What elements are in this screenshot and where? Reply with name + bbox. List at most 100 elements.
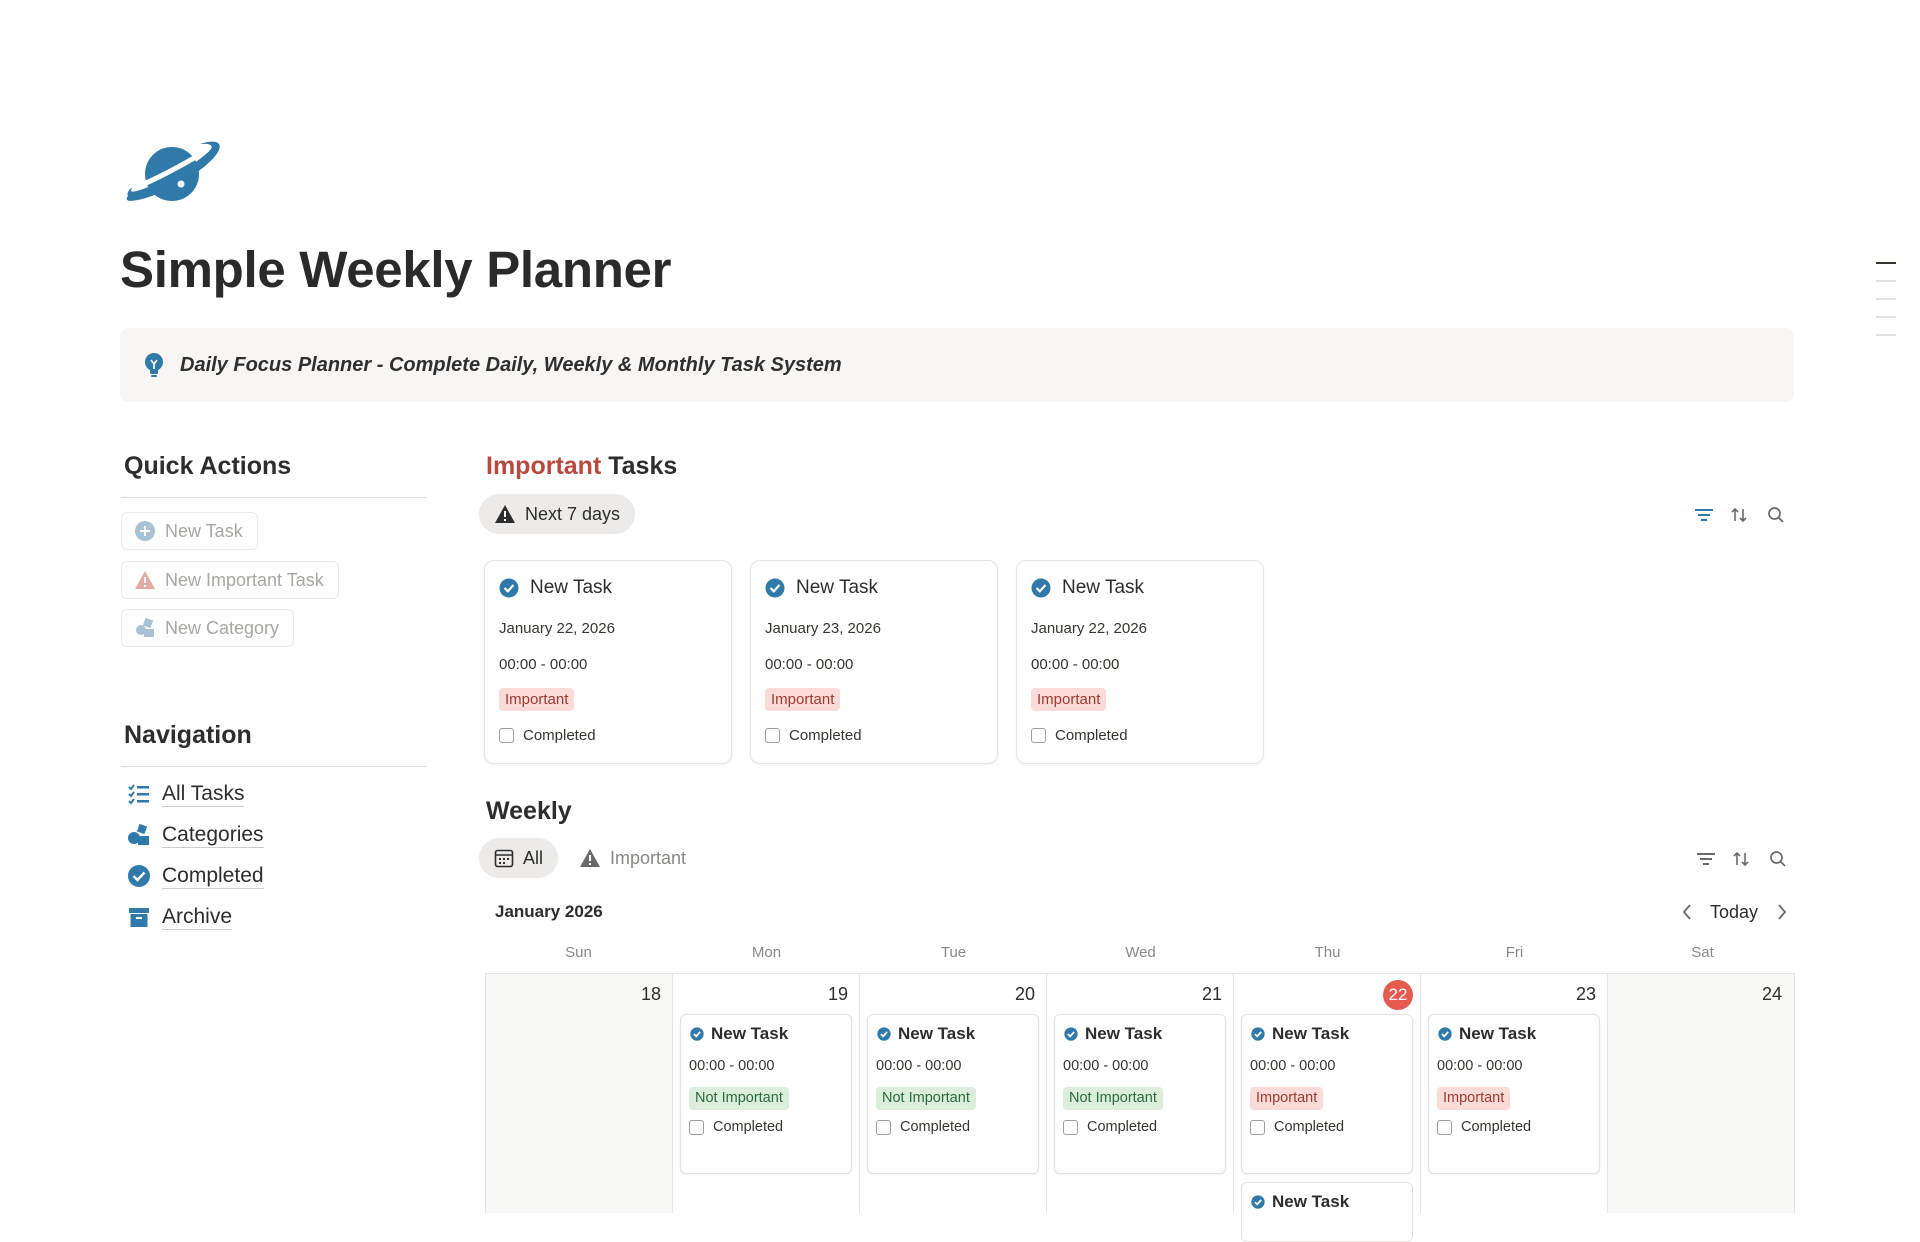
- check-circle-icon: [690, 1027, 704, 1041]
- important-task-card[interactable]: New Task January 23, 2026 00:00 - 00:00 …: [750, 560, 998, 764]
- search-icon[interactable]: [1767, 848, 1789, 870]
- calendar-task-card[interactable]: New Task: [1241, 1182, 1413, 1242]
- nav-label: Completed: [162, 863, 264, 889]
- nav-label: Categories: [162, 822, 264, 848]
- card-title-text: New Task: [530, 577, 613, 598]
- card-title: New Task: [1031, 577, 1144, 599]
- task-title: New Task: [690, 1024, 788, 1044]
- weekday-fri: Fri: [1505, 944, 1524, 961]
- task-title-text: New Task: [1272, 1192, 1350, 1211]
- day-number: 19: [827, 984, 848, 1004]
- nav-categories[interactable]: Categories: [126, 822, 264, 848]
- nav-all-tasks[interactable]: All Tasks: [126, 781, 245, 807]
- toc-marker[interactable]: [1876, 298, 1896, 300]
- completed-checkbox[interactable]: Completed: [689, 1119, 783, 1135]
- checkbox-box[interactable]: [499, 728, 514, 743]
- card-title: New Task: [499, 577, 612, 599]
- today-button[interactable]: Today: [1710, 902, 1758, 923]
- completed-checkbox[interactable]: Completed: [1031, 727, 1128, 744]
- completed-checkbox[interactable]: Completed: [765, 727, 862, 744]
- completed-checkbox[interactable]: Completed: [1250, 1119, 1344, 1135]
- completed-checkbox[interactable]: Completed: [1063, 1119, 1157, 1135]
- today-day-number: 22: [1383, 980, 1413, 1010]
- completed-checkbox[interactable]: Completed: [876, 1119, 970, 1135]
- completed-checkbox[interactable]: Completed: [499, 727, 596, 744]
- card-date: January 22, 2026: [499, 620, 615, 637]
- new-task-button[interactable]: New Task: [121, 512, 258, 550]
- toc-marker[interactable]: [1876, 334, 1896, 336]
- divider: [121, 766, 426, 767]
- toc-marker[interactable]: [1876, 316, 1896, 318]
- calendar-day-cell[interactable]: 23 New Task 00:00 - 00:00 Important Comp…: [1420, 973, 1608, 1213]
- checkbox-box[interactable]: [1437, 1119, 1452, 1135]
- chevron-left-icon[interactable]: [1676, 901, 1698, 923]
- new-category-label: New Category: [165, 617, 280, 638]
- important-task-card[interactable]: New Task January 22, 2026 00:00 - 00:00 …: [1016, 560, 1264, 764]
- tab-label: Important: [610, 847, 687, 868]
- page-title: Simple Weekly Planner: [120, 241, 672, 298]
- important-task-card[interactable]: New Task January 22, 2026 00:00 - 00:00 …: [484, 560, 732, 764]
- weekday-sun: Sun: [565, 944, 592, 961]
- calendar-day-cell[interactable]: 19 New Task 00:00 - 00:00 Not Important …: [672, 973, 860, 1213]
- calendar-task-card[interactable]: New Task 00:00 - 00:00 Important Complet…: [1241, 1014, 1413, 1174]
- checkbox-label: Completed: [900, 1119, 971, 1135]
- warning-icon: [135, 571, 155, 589]
- toc-marker[interactable]: [1876, 280, 1896, 282]
- checkbox-box[interactable]: [1250, 1119, 1265, 1135]
- task-title: New Task: [1064, 1024, 1162, 1044]
- tab-all[interactable]: All: [479, 838, 559, 878]
- nav-completed[interactable]: Completed: [126, 863, 264, 889]
- task-title-text: New Task: [1272, 1024, 1350, 1043]
- check-circle-icon: [1064, 1027, 1078, 1041]
- toc-marker-active[interactable]: [1876, 262, 1896, 264]
- warning-icon: [495, 505, 515, 523]
- new-category-button[interactable]: New Category: [121, 609, 295, 647]
- calendar-task-card[interactable]: New Task 00:00 - 00:00 Not Important Com…: [867, 1014, 1039, 1174]
- completed-checkbox[interactable]: Completed: [1437, 1119, 1531, 1135]
- day-number: 20: [1014, 984, 1035, 1004]
- check-circle-icon: [1251, 1195, 1265, 1209]
- checkbox-label: Completed: [1461, 1119, 1532, 1135]
- day-number: 18: [640, 984, 661, 1004]
- status-tag: Not Important: [1063, 1087, 1163, 1110]
- weekday-tue: Tue: [940, 944, 967, 961]
- checkbox-box[interactable]: [765, 728, 780, 743]
- tab-important[interactable]: Important: [564, 838, 701, 878]
- calendar-day-cell[interactable]: 18: [485, 973, 673, 1213]
- sort-icon[interactable]: [1730, 848, 1752, 870]
- task-title-text: New Task: [1085, 1024, 1163, 1043]
- calendar-task-card[interactable]: New Task 00:00 - 00:00 Not Important Com…: [680, 1014, 852, 1174]
- status-tag: Important: [765, 688, 841, 711]
- checkbox-box[interactable]: [689, 1119, 704, 1135]
- status-tag: Not Important: [876, 1087, 976, 1110]
- checkbox-box[interactable]: [1031, 728, 1046, 743]
- filter-icon[interactable]: [1695, 848, 1717, 870]
- checkbox-box[interactable]: [876, 1119, 891, 1135]
- weekday-wed: Wed: [1125, 944, 1156, 961]
- card-time: 00:00 - 00:00: [1031, 656, 1120, 673]
- status-tag: Important: [1437, 1087, 1511, 1110]
- calendar-day-cell[interactable]: 20 New Task 00:00 - 00:00 Not Important …: [859, 973, 1047, 1213]
- weekday-sat: Sat: [1691, 944, 1714, 961]
- calendar-day-cell[interactable]: 24: [1607, 973, 1795, 1213]
- new-important-task-button[interactable]: New Important Task: [121, 561, 339, 599]
- tab-next-7-days[interactable]: Next 7 days: [479, 494, 636, 534]
- search-icon[interactable]: [1765, 504, 1787, 526]
- status-tag: Important: [499, 688, 575, 711]
- chevron-right-icon[interactable]: [1771, 901, 1793, 923]
- calendar-day-cell[interactable]: 21 New Task 00:00 - 00:00 Not Important …: [1046, 973, 1234, 1213]
- task-title-text: New Task: [1459, 1024, 1537, 1043]
- card-title: New Task: [765, 577, 878, 599]
- sort-icon[interactable]: [1728, 504, 1750, 526]
- nav-archive[interactable]: Archive: [126, 904, 233, 930]
- shapes-icon: [126, 822, 152, 848]
- calendar-task-card[interactable]: New Task 00:00 - 00:00 Not Important Com…: [1054, 1014, 1226, 1174]
- calendar-task-card[interactable]: New Task 00:00 - 00:00 Important Complet…: [1428, 1014, 1600, 1174]
- new-task-label: New Task: [165, 520, 243, 541]
- calendar-day-cell-today[interactable]: 22 New Task 00:00 - 00:00 Important Comp…: [1233, 973, 1421, 1242]
- task-title: New Task: [877, 1024, 975, 1044]
- weekly-heading: Weekly: [486, 797, 572, 825]
- filter-icon[interactable]: [1693, 504, 1715, 526]
- checkbox-box[interactable]: [1063, 1119, 1078, 1135]
- plus-circle-icon: [135, 521, 155, 541]
